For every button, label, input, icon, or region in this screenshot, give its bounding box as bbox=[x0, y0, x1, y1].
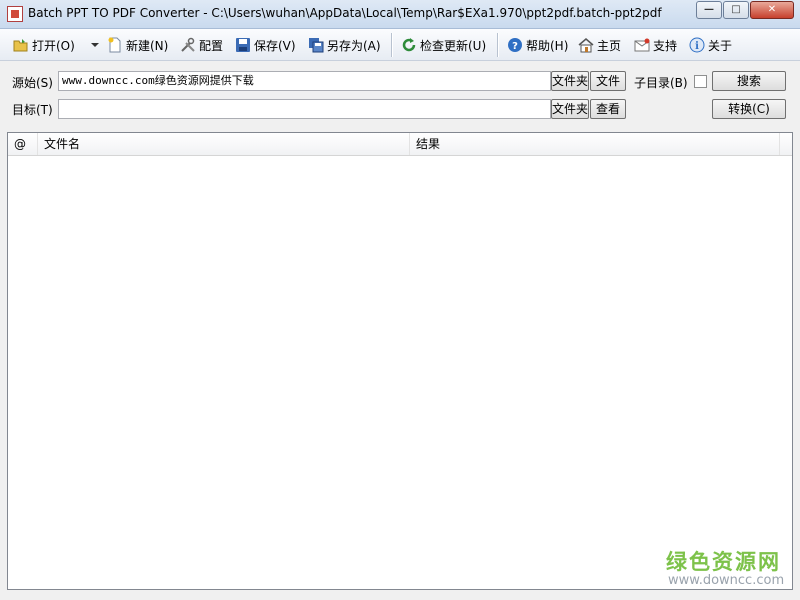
column-header-filename[interactable]: 文件名 bbox=[38, 133, 410, 155]
save-as-label: 另存为(A) bbox=[327, 38, 381, 53]
minimize-icon: — bbox=[704, 4, 714, 15]
list-header: @ 文件名 结果 bbox=[8, 133, 792, 156]
watermark-url: www.downcc.com bbox=[668, 573, 785, 588]
source-file-button[interactable]: 文件 bbox=[590, 71, 626, 91]
app-window: Batch PPT TO PDF Converter - C:\Users\wu… bbox=[0, 0, 800, 600]
window-controls: — □ ✕ bbox=[695, 1, 794, 19]
minimize-button[interactable]: — bbox=[696, 1, 722, 19]
subdir-label: 子目录(B) bbox=[634, 76, 688, 90]
help-icon: ? bbox=[507, 37, 523, 53]
source-input[interactable]: www.downcc.com绿色资源网提供下载 bbox=[58, 71, 551, 91]
open-folder-icon bbox=[13, 37, 29, 53]
search-button[interactable]: 搜索 bbox=[712, 71, 786, 91]
watermark-logo: 绿色资源网 bbox=[666, 550, 781, 574]
tools-icon bbox=[180, 37, 196, 53]
file-list[interactable]: @ 文件名 结果 bbox=[7, 132, 793, 590]
convert-button[interactable]: 转换(C) bbox=[712, 99, 786, 119]
new-button[interactable]: 新建(N) bbox=[107, 35, 168, 55]
svg-text:i: i bbox=[695, 41, 699, 52]
refresh-icon bbox=[401, 37, 417, 53]
new-label: 新建(N) bbox=[126, 38, 169, 53]
help-button[interactable]: ? 帮助(H) bbox=[507, 35, 568, 55]
view-button[interactable]: 查看 bbox=[590, 99, 626, 119]
open-button[interactable]: 打开(O) bbox=[13, 35, 75, 55]
close-icon: ✕ bbox=[767, 4, 777, 15]
target-label: 目标(T) bbox=[12, 103, 53, 117]
check-update-button[interactable]: 检查更新(U) bbox=[401, 35, 486, 55]
column-header-index[interactable]: @ bbox=[8, 133, 38, 155]
about-button[interactable]: i 关于 bbox=[689, 35, 732, 55]
about-label: 关于 bbox=[708, 38, 733, 53]
subdir-checkbox[interactable] bbox=[694, 75, 707, 88]
support-button[interactable]: 支持 bbox=[634, 35, 677, 55]
floppy-disk-icon bbox=[235, 37, 251, 53]
title-bar[interactable]: Batch PPT TO PDF Converter - C:\Users\wu… bbox=[0, 0, 800, 29]
save-as-button[interactable]: 另存为(A) bbox=[308, 35, 381, 55]
support-label: 支持 bbox=[653, 38, 678, 53]
home-button[interactable]: 主页 bbox=[578, 35, 621, 55]
home-label: 主页 bbox=[597, 38, 622, 53]
new-file-icon bbox=[107, 37, 123, 53]
mail-icon bbox=[634, 37, 650, 53]
column-header-result[interactable]: 结果 bbox=[410, 133, 780, 155]
check-update-label: 检查更新(U) bbox=[420, 38, 487, 53]
save-label: 保存(V) bbox=[254, 38, 296, 53]
target-input[interactable] bbox=[58, 99, 551, 119]
maximize-button[interactable]: □ bbox=[723, 1, 749, 19]
toolbar-separator bbox=[391, 33, 393, 57]
info-icon: i bbox=[689, 37, 705, 53]
source-folder-button[interactable]: 文件夹 bbox=[551, 71, 589, 91]
open-label: 打开(O) bbox=[32, 38, 75, 53]
help-label: 帮助(H) bbox=[526, 38, 569, 53]
target-folder-button[interactable]: 文件夹 bbox=[551, 99, 589, 119]
config-label: 配置 bbox=[199, 38, 224, 53]
close-button[interactable]: ✕ bbox=[750, 1, 794, 19]
app-icon[interactable] bbox=[7, 6, 23, 22]
source-label: 源始(S) bbox=[12, 76, 53, 90]
window-title: Batch PPT TO PDF Converter - C:\Users\wu… bbox=[28, 6, 662, 20]
home-icon bbox=[578, 37, 594, 53]
config-button[interactable]: 配置 bbox=[180, 35, 223, 55]
chevron-down-icon[interactable] bbox=[91, 43, 99, 47]
save-as-icon bbox=[308, 37, 324, 53]
svg-text:?: ? bbox=[512, 41, 518, 52]
toolbar-separator bbox=[497, 33, 499, 57]
toolbar: 打开(O) 新建(N) 配置 保存(V) 另存为(A) 检查更新(U) ? 帮助… bbox=[0, 29, 800, 61]
save-button[interactable]: 保存(V) bbox=[235, 35, 296, 55]
maximize-icon: □ bbox=[731, 4, 741, 15]
